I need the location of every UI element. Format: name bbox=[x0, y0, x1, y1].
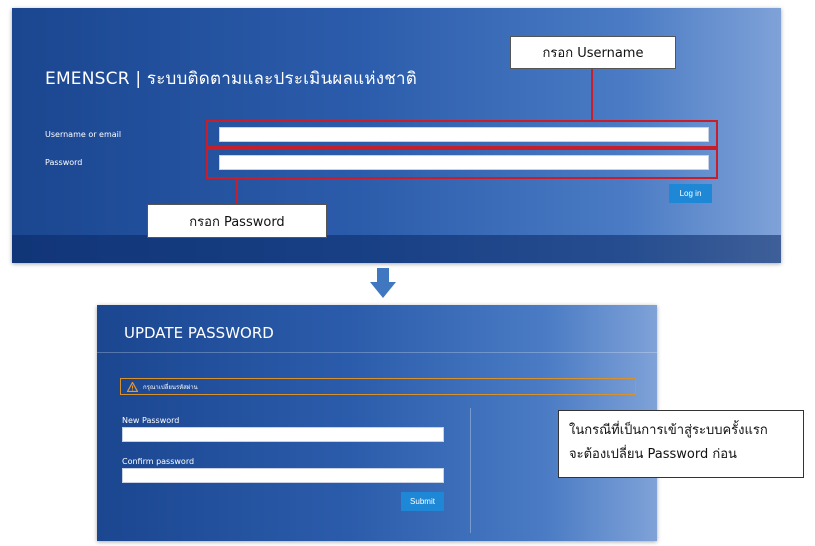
submit-button[interactable]: Submit bbox=[401, 492, 444, 511]
password-connector bbox=[236, 179, 238, 205]
note-line-1: ในกรณีที่เป็นการเข้าสู่ระบบครั้งแรก bbox=[569, 423, 768, 438]
arrow-down-icon bbox=[370, 268, 396, 298]
warning-icon bbox=[127, 381, 138, 392]
username-connector bbox=[591, 68, 593, 120]
password-label: Password bbox=[45, 158, 83, 167]
password-highlight bbox=[206, 148, 718, 179]
password-callout: กรอก Password bbox=[147, 204, 327, 238]
login-button[interactable]: Log in bbox=[669, 184, 712, 203]
confirm-password-input[interactable] bbox=[122, 468, 444, 483]
first-login-note: ในกรณีที่เป็นการเข้าสู่ระบบครั้งแรก จะต้… bbox=[558, 410, 804, 478]
username-label: Username or email bbox=[45, 130, 122, 139]
username-highlight bbox=[206, 120, 718, 148]
footer-band bbox=[12, 235, 781, 263]
warning-text: กรุณาเปลี่ยนรหัสผ่าน bbox=[143, 383, 198, 391]
username-callout: กรอก Username bbox=[510, 36, 676, 69]
new-password-input[interactable] bbox=[122, 427, 444, 442]
column-divider bbox=[470, 408, 471, 533]
login-page-title: EMENSCR | ระบบติดตามและประเมินผลแห่งชาติ bbox=[45, 69, 417, 89]
update-page-title: UPDATE PASSWORD bbox=[124, 324, 274, 342]
warning-banner: กรุณาเปลี่ยนรหัสผ่าน bbox=[120, 378, 636, 395]
new-password-label: New Password bbox=[122, 416, 180, 425]
title-divider bbox=[97, 352, 657, 353]
note-line-2: จะต้องเปลี่ยน Password ก่อน bbox=[569, 447, 737, 462]
confirm-password-label: Confirm password bbox=[122, 457, 195, 466]
